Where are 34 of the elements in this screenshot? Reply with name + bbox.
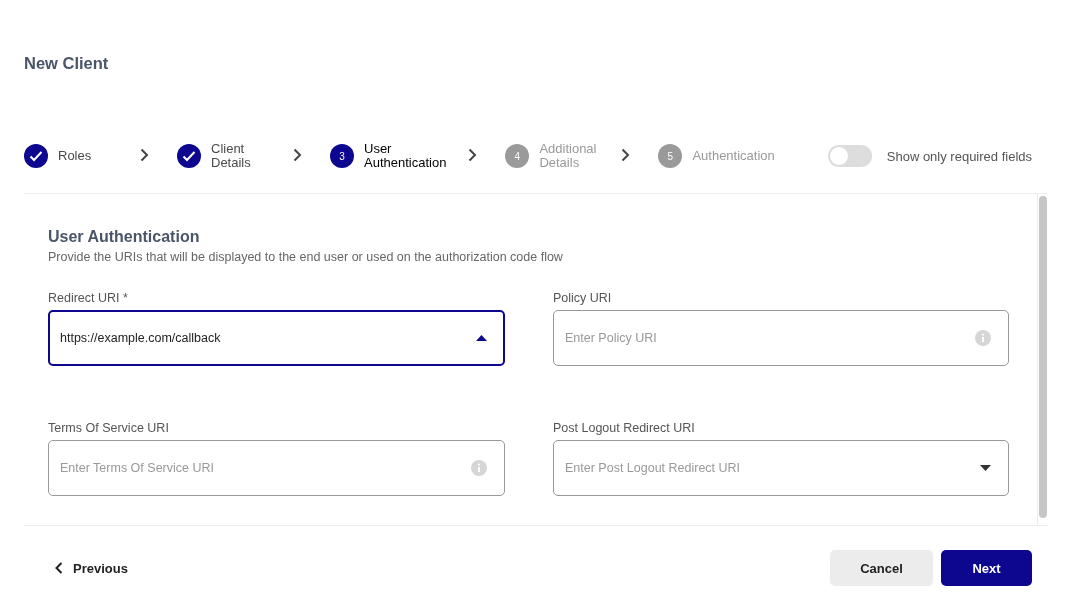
- field-label: Redirect URI *: [48, 290, 129, 306]
- input-field[interactable]: Enter Terms Of Service URI: [48, 440, 505, 496]
- step-indicator: 4: [505, 144, 530, 168]
- page-title: New Client: [24, 53, 110, 74]
- chevron-right-icon: [468, 147, 478, 162]
- previous-button[interactable]: Previous: [55, 560, 128, 576]
- info-icon: [471, 460, 487, 476]
- info-icon: [975, 330, 991, 346]
- check-icon: [182, 150, 196, 162]
- field-label: Policy URI: [553, 290, 613, 306]
- toggle-switch[interactable]: [827, 145, 872, 167]
- section-title: User Authentication: [48, 227, 201, 247]
- step-indicator: 5: [658, 144, 683, 168]
- section-description: Provide the URIs that will be displayed to the end user or used on the authorization code flow: [48, 250, 564, 264]
- check-icon: [29, 150, 43, 162]
- next-button[interactable]: Next: [941, 550, 1032, 586]
- field-label: Post Logout Redirect URI: [553, 420, 696, 436]
- cancel-button[interactable]: Cancel: [830, 550, 933, 586]
- chevron-left-icon: [55, 562, 63, 574]
- toggle-label: Show only required fields: [886, 148, 1032, 164]
- step-label: Additional Details: [539, 142, 598, 170]
- input-field[interactable]: Enter Policy URI: [553, 310, 1009, 366]
- chevron-right-icon: [140, 147, 149, 162]
- chevron-right-icon: [293, 147, 302, 162]
- step-label: Authentication: [692, 149, 775, 163]
- step-label: Roles: [58, 149, 93, 163]
- step-indicator: 3: [330, 144, 354, 168]
- chevron-right-icon: [621, 147, 631, 162]
- dropdown-field[interactable]: Enter Post Logout Redirect URI: [553, 440, 1009, 496]
- scrollbar[interactable]: [1037, 194, 1048, 525]
- step-label: Client Details: [211, 142, 252, 170]
- field-label: Terms Of Service URI: [48, 420, 170, 436]
- step-label: User Authentication: [364, 142, 447, 170]
- dropdown-field[interactable]: https://example.com/callback: [48, 310, 505, 366]
